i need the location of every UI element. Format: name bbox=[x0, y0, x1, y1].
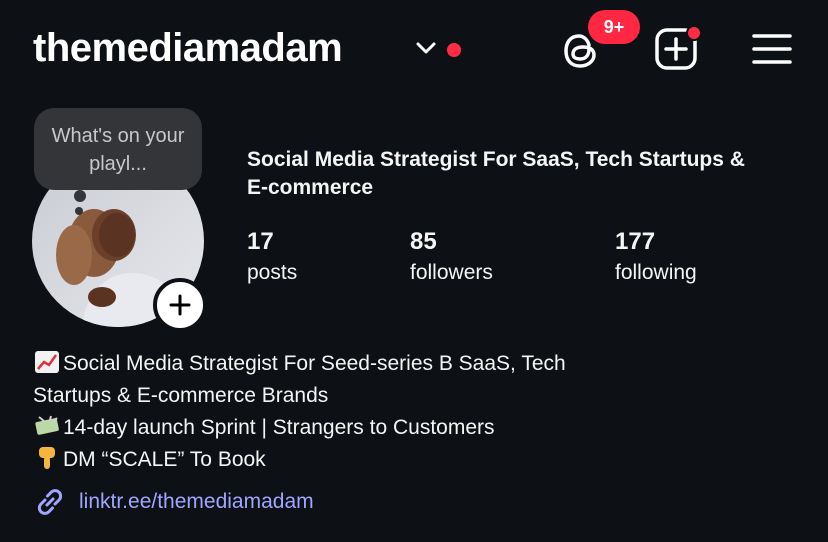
bio-text: DM “SCALE” To Book bbox=[63, 448, 266, 471]
bio-line-3: 14-day launch Sprint | Strangers to Cust… bbox=[33, 412, 793, 444]
profile-header: themediamadam 9+ bbox=[0, 0, 828, 105]
bio-text: Social Media Strategist For Seed-series … bbox=[63, 352, 566, 375]
stat-label: followers bbox=[410, 261, 493, 284]
money-emoji-icon bbox=[35, 415, 59, 435]
bio-line-2: Startups & E-commerce Brands bbox=[33, 384, 329, 407]
posts-count[interactable]: 17 posts bbox=[247, 228, 297, 290]
bio: Social Media Strategist For Seed-series … bbox=[33, 348, 793, 476]
menu-icon[interactable] bbox=[752, 32, 792, 66]
stat-label: following bbox=[615, 261, 697, 284]
link-icon bbox=[37, 489, 63, 515]
stat-value: 85 bbox=[410, 228, 437, 255]
bio-line-4: DM “SCALE” To Book bbox=[33, 444, 793, 476]
stat-value: 177 bbox=[615, 228, 656, 255]
profile-category: Social Media Strategist For SaaS, Tech S… bbox=[247, 148, 745, 199]
chart-emoji-icon bbox=[35, 351, 59, 373]
stat-value: 17 bbox=[247, 228, 274, 255]
note-bubble[interactable]: What's on your playl... bbox=[34, 108, 202, 190]
pointing-down-emoji-icon bbox=[39, 447, 55, 469]
add-story-button[interactable] bbox=[153, 278, 207, 332]
link-url[interactable]: linktr.ee/themediamadam bbox=[79, 490, 314, 514]
add-story-icon bbox=[169, 294, 191, 316]
stat-label: posts bbox=[247, 261, 298, 284]
chevron-down-icon[interactable] bbox=[415, 40, 437, 56]
threads-notification-badge: 9+ bbox=[588, 10, 640, 44]
username-switcher[interactable]: themediamadam bbox=[33, 26, 343, 71]
bio-line-1: Social Media Strategist For Seed-series … bbox=[33, 348, 793, 380]
followers-count[interactable]: 85 followers bbox=[410, 228, 493, 290]
following-count[interactable]: 177 following bbox=[615, 228, 697, 290]
bio-link[interactable]: linktr.ee/themediamadam bbox=[33, 484, 314, 520]
bio-text: 14-day launch Sprint | Strangers to Cust… bbox=[63, 416, 495, 439]
account-notification-dot bbox=[447, 43, 461, 57]
note-bubble-tail bbox=[74, 190, 86, 202]
note-bubble-tail-small bbox=[75, 207, 83, 215]
create-notification-dot bbox=[686, 25, 702, 41]
